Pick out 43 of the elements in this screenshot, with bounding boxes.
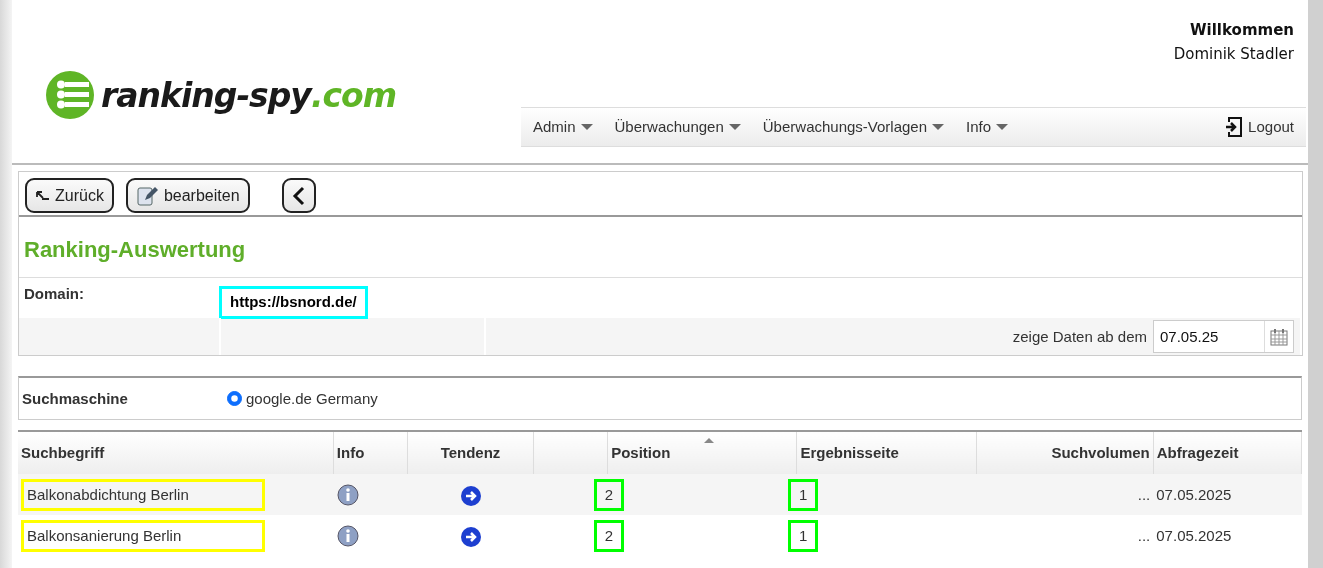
arrow-right-icon xyxy=(460,485,481,506)
arrow-right-icon xyxy=(460,526,481,547)
result-page-value: 1 xyxy=(787,519,819,553)
menu-item[interactable]: Info xyxy=(966,115,1009,139)
welcome-text: Willkommen xyxy=(1189,20,1294,41)
column-header[interactable]: Info xyxy=(336,444,365,462)
logout-icon xyxy=(1225,116,1244,138)
search-volume: ... xyxy=(1137,485,1151,503)
back-arrow-icon xyxy=(35,190,49,201)
edit-icon xyxy=(135,184,158,207)
query-date: 07.05.2025 xyxy=(1156,485,1232,503)
chevron-left-icon xyxy=(291,185,306,206)
radio-label[interactable]: google.de Germany xyxy=(246,387,378,411)
edit-button[interactable]: bearbeiten xyxy=(125,178,250,213)
calendar-icon[interactable] xyxy=(1270,327,1288,346)
position-value: 2 xyxy=(593,478,624,512)
position-value: 2 xyxy=(593,519,624,553)
column-header[interactable]: Suchbegriff xyxy=(21,444,105,462)
info-icon[interactable] xyxy=(337,484,360,507)
query-date: 07.05.2025 xyxy=(1156,526,1232,544)
search-term: Balkonabdichtung Berlin xyxy=(21,478,265,512)
previous-button[interactable] xyxy=(281,178,316,213)
info-icon[interactable] xyxy=(337,525,360,548)
back-button[interactable]: Zurück xyxy=(25,178,114,213)
domain-value: https://bsnord.de/ xyxy=(219,286,368,319)
search-volume: ... xyxy=(1137,526,1151,544)
radio-button[interactable] xyxy=(227,391,242,407)
date-picker[interactable]: 07.05.25 xyxy=(1153,320,1294,354)
field-label: Domain: xyxy=(23,284,85,305)
date-label: zeige Daten ab dem xyxy=(1012,326,1147,347)
menu-item[interactable]: Admin xyxy=(533,115,593,139)
logo-text[interactable]: ranking-spy.com xyxy=(101,75,397,115)
column-header[interactable]: Position xyxy=(611,444,671,462)
user-name: Dominik Stadler xyxy=(1173,44,1294,65)
logout-button[interactable]: Logout xyxy=(1225,115,1294,139)
field-label: Suchmaschine xyxy=(21,388,129,409)
menu-item[interactable]: Überwachungs-Vorlagen xyxy=(762,115,945,139)
result-page-value: 1 xyxy=(787,478,819,512)
page-title: Ranking-Auswertung xyxy=(19,217,1302,279)
logo-icon xyxy=(45,70,95,120)
menu-item[interactable]: Überwachungen xyxy=(614,115,741,139)
search-term: Balkonsanierung Berlin xyxy=(21,519,265,553)
column-header[interactable]: Tendenz xyxy=(440,444,501,462)
